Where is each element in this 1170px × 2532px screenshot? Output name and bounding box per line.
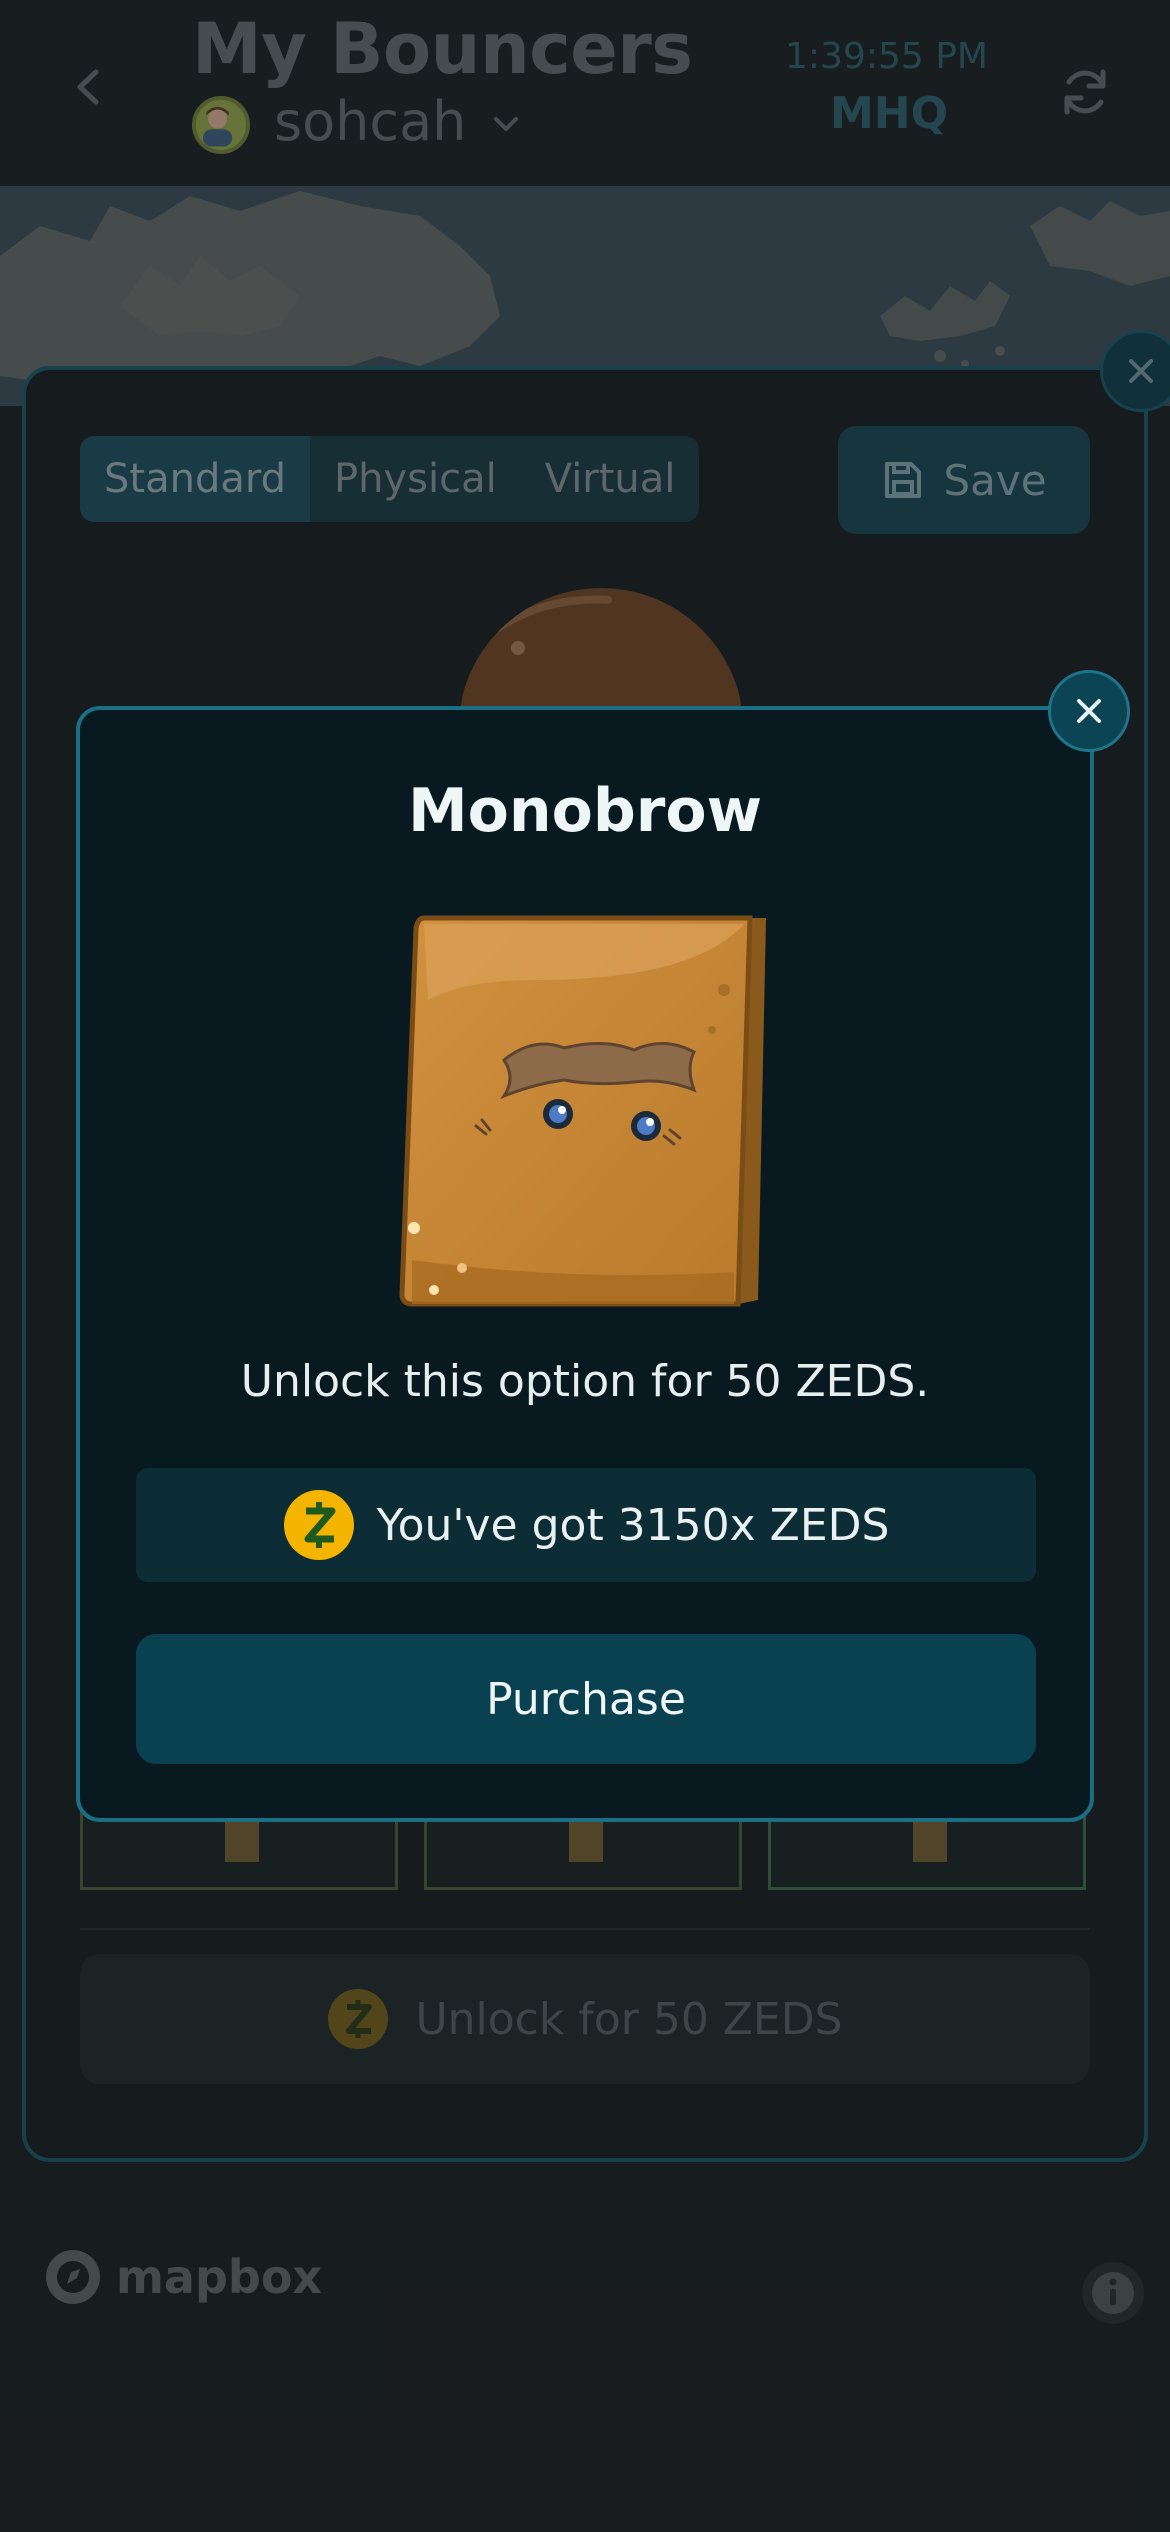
- zeds-balance-text: You've got 3150x ZEDS: [376, 1499, 890, 1551]
- purchase-modal: Monobrow Unlock this option for 50 ZEDS.: [76, 706, 1094, 1822]
- modal-title: Monobrow: [407, 776, 763, 846]
- unlock-description: Unlock this option for 50 ZEDS.: [240, 1356, 930, 1407]
- monobrow-item-image: [399, 915, 766, 1307]
- close-icon: [1077, 699, 1101, 723]
- zeds-coin-icon: [283, 1490, 354, 1560]
- zeds-balance-bar: You've got 3150x ZEDS: [136, 1468, 1036, 1582]
- purchase-button-label: Purchase: [486, 1673, 686, 1725]
- purchase-button[interactable]: Purchase: [136, 1634, 1036, 1764]
- modal-close-button[interactable]: [1048, 670, 1130, 752]
